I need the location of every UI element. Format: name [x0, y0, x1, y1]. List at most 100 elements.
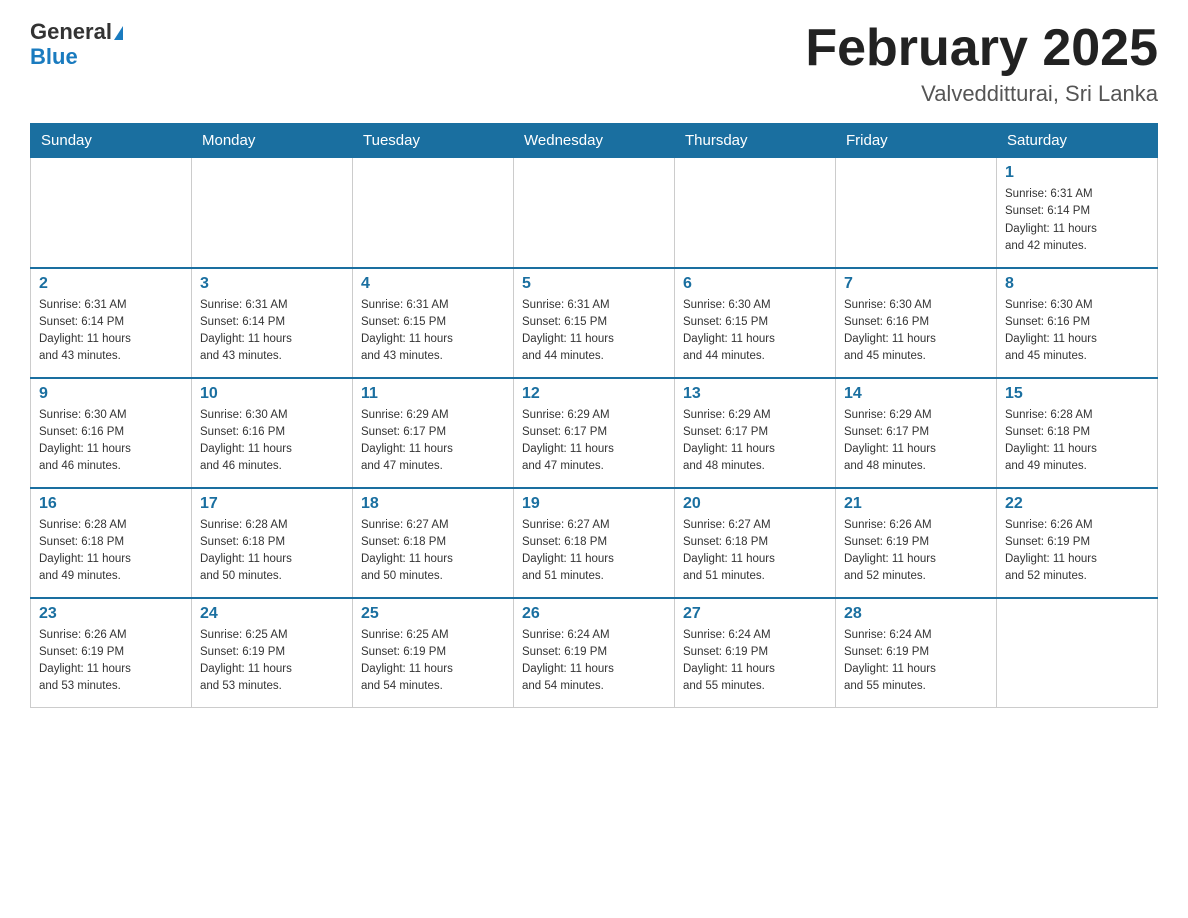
day-number: 22 [1005, 495, 1149, 513]
day-number: 10 [200, 385, 344, 403]
calendar-cell: 4 Sunrise: 6:31 AMSunset: 6:15 PMDaylight… [353, 268, 514, 378]
day-number: 12 [522, 385, 666, 403]
day-number: 11 [361, 385, 505, 403]
day-number: 27 [683, 605, 827, 623]
calendar-cell: 17 Sunrise: 6:28 AMSunset: 6:18 PMDayligh… [192, 488, 353, 598]
day-info: Sunrise: 6:30 AMSunset: 6:16 PMDaylight:… [1005, 297, 1149, 366]
calendar-cell: 27 Sunrise: 6:24 AMSunset: 6:19 PMDayligh… [675, 598, 836, 708]
calendar-cell [675, 158, 836, 268]
day-number: 16 [39, 495, 183, 513]
day-number: 15 [1005, 385, 1149, 403]
day-info: Sunrise: 6:26 AMSunset: 6:19 PMDaylight:… [1005, 517, 1149, 586]
day-info: Sunrise: 6:28 AMSunset: 6:18 PMDaylight:… [39, 517, 183, 586]
calendar-cell: 3 Sunrise: 6:31 AMSunset: 6:14 PMDaylight… [192, 268, 353, 378]
day-number: 21 [844, 495, 988, 513]
day-info: Sunrise: 6:24 AMSunset: 6:19 PMDaylight:… [683, 627, 827, 696]
calendar-cell: 19 Sunrise: 6:27 AMSunset: 6:18 PMDayligh… [514, 488, 675, 598]
day-info: Sunrise: 6:24 AMSunset: 6:19 PMDaylight:… [844, 627, 988, 696]
day-info: Sunrise: 6:27 AMSunset: 6:18 PMDaylight:… [361, 517, 505, 586]
day-number: 17 [200, 495, 344, 513]
calendar-cell: 24Sunrise: 6:25 AMSunset: 6:19 PMDayligh… [192, 598, 353, 708]
day-of-week-header: Thursday [675, 124, 836, 158]
days-header-row: SundayMondayTuesdayWednesdayThursdayFrid… [31, 124, 1158, 158]
calendar-cell: 15 Sunrise: 6:28 AMSunset: 6:18 PMDayligh… [997, 378, 1158, 488]
day-number: 5 [522, 275, 666, 293]
day-info: Sunrise: 6:26 AMSunset: 6:19 PMDaylight:… [844, 517, 988, 586]
day-number: 2 [39, 275, 183, 293]
calendar-cell: 7 Sunrise: 6:30 AMSunset: 6:16 PMDaylight… [836, 268, 997, 378]
day-number: 7 [844, 275, 988, 293]
logo-triangle-icon [114, 26, 123, 40]
calendar-cell: 14Sunrise: 6:29 AMSunset: 6:17 PMDayligh… [836, 378, 997, 488]
day-info: Sunrise: 6:27 AMSunset: 6:18 PMDaylight:… [522, 517, 666, 586]
calendar-cell: 1Sunrise: 6:31 AMSunset: 6:14 PMDaylight… [997, 158, 1158, 268]
day-of-week-header: Monday [192, 124, 353, 158]
day-info: Sunrise: 6:30 AMSunset: 6:16 PMDaylight:… [39, 407, 183, 476]
day-info: Sunrise: 6:29 AMSunset: 6:17 PMDaylight:… [522, 407, 666, 476]
calendar-cell [31, 158, 192, 268]
day-info: Sunrise: 6:29 AMSunset: 6:17 PMDaylight:… [361, 407, 505, 476]
calendar-cell: 20 Sunrise: 6:27 AMSunset: 6:18 PMDayligh… [675, 488, 836, 598]
day-number: 6 [683, 275, 827, 293]
day-of-week-header: Saturday [997, 124, 1158, 158]
day-info: Sunrise: 6:24 AMSunset: 6:19 PMDaylight:… [522, 627, 666, 696]
day-info: Sunrise: 6:30 AMSunset: 6:16 PMDaylight:… [200, 407, 344, 476]
day-info: Sunrise: 6:31 AMSunset: 6:15 PMDaylight:… [361, 297, 505, 366]
calendar-cell: 10 Sunrise: 6:30 AMSunset: 6:16 PMDayligh… [192, 378, 353, 488]
calendar-cell: 8 Sunrise: 6:30 AMSunset: 6:16 PMDaylight… [997, 268, 1158, 378]
calendar-cell [192, 158, 353, 268]
day-info: Sunrise: 6:31 AMSunset: 6:14 PMDaylight:… [200, 297, 344, 366]
title-block: February 2025 Valvedditturai, Sri Lanka [805, 20, 1158, 107]
calendar-cell: 12 Sunrise: 6:29 AMSunset: 6:17 PMDayligh… [514, 378, 675, 488]
day-info: Sunrise: 6:30 AMSunset: 6:16 PMDaylight:… [844, 297, 988, 366]
day-number: 20 [683, 495, 827, 513]
day-of-week-header: Friday [836, 124, 997, 158]
day-info: Sunrise: 6:28 AMSunset: 6:18 PMDaylight:… [1005, 407, 1149, 476]
day-info: Sunrise: 6:30 AMSunset: 6:15 PMDaylight:… [683, 297, 827, 366]
calendar-cell: 5 Sunrise: 6:31 AMSunset: 6:15 PMDaylight… [514, 268, 675, 378]
day-of-week-header: Wednesday [514, 124, 675, 158]
calendar-cell [997, 598, 1158, 708]
day-number: 4 [361, 275, 505, 293]
day-number: 24 [200, 605, 344, 623]
day-info: Sunrise: 6:29 AMSunset: 6:17 PMDaylight:… [683, 407, 827, 476]
calendar-cell: 25Sunrise: 6:25 AMSunset: 6:19 PMDayligh… [353, 598, 514, 708]
month-title: February 2025 [805, 20, 1158, 77]
day-info: Sunrise: 6:28 AMSunset: 6:18 PMDaylight:… [200, 517, 344, 586]
calendar-cell [836, 158, 997, 268]
day-info: Sunrise: 6:31 AMSunset: 6:15 PMDaylight:… [522, 297, 666, 366]
day-number: 3 [200, 275, 344, 293]
location-title: Valvedditturai, Sri Lanka [805, 81, 1158, 107]
calendar-week-row: 16 Sunrise: 6:28 AMSunset: 6:18 PMDayligh… [31, 488, 1158, 598]
calendar-week-row: 1Sunrise: 6:31 AMSunset: 6:14 PMDaylight… [31, 158, 1158, 268]
calendar-cell: 11 Sunrise: 6:29 AMSunset: 6:17 PMDayligh… [353, 378, 514, 488]
calendar-table: SundayMondayTuesdayWednesdayThursdayFrid… [30, 123, 1158, 708]
day-info: Sunrise: 6:27 AMSunset: 6:18 PMDaylight:… [683, 517, 827, 586]
day-number: 23 [39, 605, 183, 623]
calendar-cell: 2 Sunrise: 6:31 AMSunset: 6:14 PMDaylight… [31, 268, 192, 378]
page-header: General Blue February 2025 Valveddittura… [30, 20, 1158, 107]
calendar-week-row: 2 Sunrise: 6:31 AMSunset: 6:14 PMDaylight… [31, 268, 1158, 378]
calendar-cell: 28 Sunrise: 6:24 AMSunset: 6:19 PMDayligh… [836, 598, 997, 708]
calendar-cell: 6 Sunrise: 6:30 AMSunset: 6:15 PMDaylight… [675, 268, 836, 378]
day-number: 8 [1005, 275, 1149, 293]
logo: General Blue [30, 20, 123, 70]
day-number: 28 [844, 605, 988, 623]
calendar-cell: 18Sunrise: 6:27 AMSunset: 6:18 PMDayligh… [353, 488, 514, 598]
day-info: Sunrise: 6:31 AMSunset: 6:14 PMDaylight:… [39, 297, 183, 366]
day-number: 19 [522, 495, 666, 513]
calendar-cell: 22 Sunrise: 6:26 AMSunset: 6:19 PMDayligh… [997, 488, 1158, 598]
calendar-cell: 23 Sunrise: 6:26 AMSunset: 6:19 PMDayligh… [31, 598, 192, 708]
calendar-cell [514, 158, 675, 268]
calendar-cell [353, 158, 514, 268]
logo-line1: General [30, 20, 123, 44]
day-info: Sunrise: 6:25 AMSunset: 6:19 PMDaylight:… [361, 627, 505, 696]
day-info: Sunrise: 6:26 AMSunset: 6:19 PMDaylight:… [39, 627, 183, 696]
day-info: Sunrise: 6:31 AMSunset: 6:14 PMDaylight:… [1005, 186, 1149, 255]
day-of-week-header: Tuesday [353, 124, 514, 158]
day-number: 26 [522, 605, 666, 623]
calendar-week-row: 23 Sunrise: 6:26 AMSunset: 6:19 PMDayligh… [31, 598, 1158, 708]
day-number: 9 [39, 385, 183, 403]
day-number: 14 [844, 385, 988, 403]
day-number: 13 [683, 385, 827, 403]
